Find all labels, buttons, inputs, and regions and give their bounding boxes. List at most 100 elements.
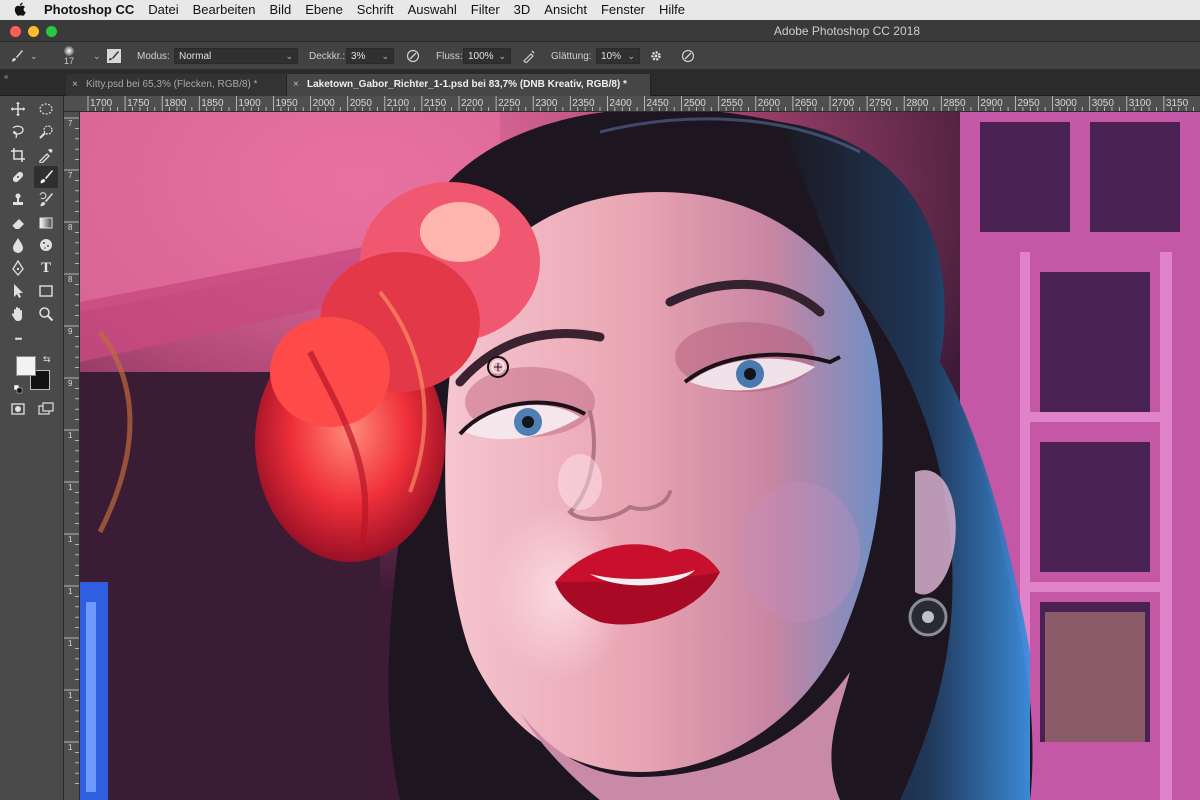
tab-label: Kitty.psd bei 65,3% (Flecken, RGB/8) *: [86, 79, 258, 90]
close-window-button[interactable]: [10, 26, 21, 37]
menu-bild[interactable]: Bild: [270, 0, 292, 20]
collapse-panel-icon[interactable]: «: [4, 72, 8, 81]
brush-picker-toggle[interactable]: ⌄: [89, 42, 101, 70]
tool-preset-picker[interactable]: ⌄: [8, 42, 38, 70]
maximize-window-button[interactable]: [46, 26, 57, 37]
menu-datei[interactable]: Datei: [148, 0, 178, 20]
path-selection-tool-icon[interactable]: [6, 280, 30, 302]
menu-bar: Photoshop CC Datei Bearbeiten Bild Ebene…: [0, 0, 1200, 20]
gradient-tool-icon[interactable]: [34, 212, 58, 234]
smoothing-input[interactable]: 10% ⌄: [596, 48, 640, 64]
mode-label: Modus:: [137, 50, 170, 62]
mode-value: Normal: [179, 50, 212, 62]
ruler-top-label: 2350: [572, 98, 595, 109]
crop-tool-icon[interactable]: [6, 144, 30, 166]
tab-kitty[interactable]: × Kitty.psd bei 65,3% (Flecken, RGB/8) *: [66, 74, 287, 96]
ruler-left-label: 7: [68, 119, 73, 128]
tab-laketown[interactable]: × Laketown_Gabor_Richter_1-1.psd bei 83,…: [287, 74, 651, 96]
ruler-top-label: 2550: [720, 98, 743, 109]
pressure-size-icon[interactable]: [679, 47, 697, 65]
foreground-color-swatch[interactable]: [16, 356, 36, 376]
menu-fenster[interactable]: Fenster: [601, 0, 645, 20]
chevron-down-icon: ⌄: [381, 50, 389, 61]
ruler-top-label: 2700: [832, 98, 855, 109]
minimize-window-button[interactable]: [28, 26, 39, 37]
swap-colors-icon[interactable]: ⇆: [43, 354, 51, 365]
options-bar: ⌄ 17 ⌄ Modus: Normal ⌄ Deckkr.: 3% ⌄ Flu…: [0, 42, 1200, 70]
menu-app-name[interactable]: Photoshop CC: [44, 0, 134, 20]
pen-tool-icon[interactable]: [6, 257, 30, 279]
menu-schrift[interactable]: Schrift: [357, 0, 394, 20]
blur-tool-icon[interactable]: [6, 234, 30, 256]
document-tab-bar: « × Kitty.psd bei 65,3% (Flecken, RGB/8)…: [0, 70, 1200, 96]
ruler-top-label: 2450: [646, 98, 669, 109]
ruler-top-label: 2300: [535, 98, 558, 109]
flow-value: 100%: [468, 50, 494, 62]
eyedropper-tool-icon[interactable]: [34, 144, 58, 166]
eraser-tool-icon[interactable]: [6, 212, 30, 234]
ruler-top-label: 2600: [757, 98, 781, 109]
flow-label: Fluss:: [436, 50, 463, 62]
vertical-ruler[interactable]: 7 7 8 8 9 9 1 1 1 1 1 1 1: [64, 112, 80, 800]
menu-auswahl[interactable]: Auswahl: [408, 0, 457, 20]
rectangle-tool-icon[interactable]: [34, 280, 58, 302]
ruler-left-label: 7: [68, 171, 73, 180]
default-colors-icon[interactable]: [13, 381, 23, 394]
quick-selection-tool-icon[interactable]: [34, 121, 58, 143]
ruler-top-label: 3100: [1128, 98, 1152, 109]
more-tools-icon[interactable]: •••: [6, 328, 30, 350]
apple-icon[interactable]: [14, 2, 34, 19]
lasso-tool-icon[interactable]: [6, 121, 30, 143]
zoom-tool-icon[interactable]: [34, 303, 58, 325]
close-tab-icon[interactable]: ×: [293, 74, 299, 96]
clone-stamp-tool-icon[interactable]: [6, 189, 30, 211]
ruler-left-label: 9: [68, 379, 73, 388]
menu-ansicht[interactable]: Ansicht: [544, 0, 587, 20]
flow-input[interactable]: 100% ⌄: [463, 48, 511, 64]
text-tool-icon[interactable]: T: [34, 257, 58, 279]
ruler-top-label: 2050: [349, 98, 372, 109]
menu-ebene[interactable]: Ebene: [305, 0, 343, 20]
ruler-top-label: 3000: [1054, 98, 1077, 109]
menu-bearbeiten[interactable]: Bearbeiten: [193, 0, 256, 20]
marquee-tool-icon[interactable]: [34, 98, 58, 120]
ruler-top-label: 1850: [201, 98, 224, 109]
quick-mask-icon[interactable]: [6, 398, 30, 420]
ruler-top-label: 2200: [461, 98, 484, 109]
horizontal-ruler[interactable]: 1700 1750 1800 1850 1900 1950 2000 2050 2100 2150…: [64, 96, 1200, 112]
menu-hilfe[interactable]: Hilfe: [659, 0, 685, 20]
airbrush-icon[interactable]: [520, 47, 538, 65]
hand-tool-icon[interactable]: [6, 303, 30, 325]
ruler-left-label: 1: [68, 587, 73, 596]
more-tools-glyph: •••: [14, 334, 23, 344]
history-brush-tool-icon[interactable]: [34, 189, 58, 211]
menu-3d[interactable]: 3D: [514, 0, 531, 20]
chevron-down-icon: ⌄: [285, 50, 293, 61]
move-tool-icon[interactable]: [6, 98, 30, 120]
ruler-left-label: 1: [68, 743, 73, 752]
ruler-top-label: 1900: [238, 98, 261, 109]
mode-select[interactable]: Normal ⌄: [174, 48, 298, 64]
brush-tool-icon[interactable]: [34, 166, 58, 188]
ruler-top-label: 1750: [127, 98, 150, 109]
document-canvas[interactable]: [80, 112, 1200, 800]
pressure-opacity-icon[interactable]: [404, 47, 422, 65]
ruler-left-label: 1: [68, 691, 73, 700]
close-tab-icon[interactable]: ×: [72, 74, 78, 96]
chevron-down-icon: ⌄: [498, 50, 506, 61]
sponge-tool-icon[interactable]: [34, 234, 58, 256]
brush-settings-icon: [107, 49, 121, 63]
brush-settings-toggle[interactable]: [107, 42, 121, 70]
ruler-top-label: 1700: [90, 98, 113, 109]
gear-icon[interactable]: [647, 47, 665, 65]
ruler-top-label: 2500: [683, 98, 706, 109]
chevron-down-icon: ⌄: [93, 50, 101, 61]
ruler-top-label: 2800: [906, 98, 929, 109]
healing-brush-tool-icon[interactable]: [6, 166, 30, 188]
menu-filter[interactable]: Filter: [471, 0, 500, 20]
tools-panel: T ••• ⇆: [0, 96, 64, 800]
brush-size-picker[interactable]: 17: [64, 42, 74, 70]
screen-mode-icon[interactable]: [34, 398, 58, 420]
ruler-left-label: 8: [68, 275, 73, 284]
opacity-input[interactable]: 3% ⌄: [346, 48, 394, 64]
